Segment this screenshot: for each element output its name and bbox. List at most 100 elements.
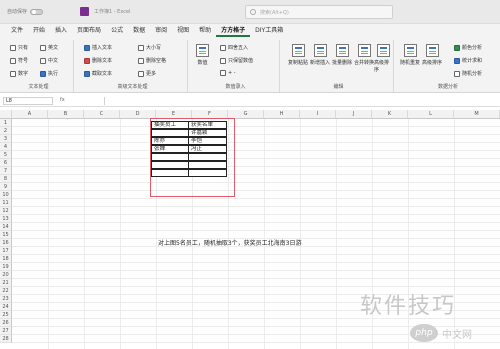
column-header[interactable]: M [454, 110, 500, 119]
tab-view[interactable]: 视图 [172, 24, 194, 37]
row-header[interactable]: 8 [0, 175, 12, 183]
search-box[interactable]: 搜索(Alt+Q) [245, 5, 393, 19]
checkbox-symbol[interactable]: 符号 [10, 57, 28, 64]
table-cell[interactable]: 冯正 [188, 145, 227, 153]
table-cell[interactable]: 张婵 [151, 145, 189, 153]
table-header-cell[interactable]: 抽奖员工 [151, 121, 189, 129]
column-header[interactable]: K [372, 110, 408, 119]
table-cell[interactable] [151, 161, 189, 169]
tab-fangfang[interactable]: 方方格子 [216, 24, 251, 37]
tab-data[interactable]: 数据 [128, 24, 150, 37]
row-header[interactable]: 9 [0, 183, 12, 191]
table-cell[interactable]: 许嘉颖 [188, 129, 227, 137]
case-button[interactable]: 大小写 [138, 44, 161, 51]
trim-spaces-button[interactable]: 删除空格 [138, 57, 166, 64]
row-header[interactable]: 13 [0, 215, 12, 223]
stat-sum-button[interactable]: 统计求和 [454, 57, 482, 64]
row-header[interactable]: 14 [0, 223, 12, 231]
more-button[interactable]: 更多 [138, 70, 156, 77]
column-header[interactable]: L [408, 110, 454, 119]
autosave-control[interactable]: 自动保存 [7, 8, 44, 15]
column-header[interactable]: I [300, 110, 336, 119]
row-header[interactable]: 12 [0, 207, 12, 215]
insert-text-button[interactable]: 插入文本 [84, 44, 112, 51]
select-all-corner[interactable] [0, 110, 12, 119]
row-header[interactable]: 27 [0, 327, 12, 335]
grid-line [12, 278, 500, 279]
table-header-cell[interactable]: 获奖名单 [188, 121, 227, 129]
table-cell[interactable] [188, 169, 227, 177]
checkbox-only[interactable]: 只有 [10, 44, 28, 51]
batch-delete-button[interactable]: 批量删除 [332, 44, 352, 66]
row-header[interactable]: 3 [0, 135, 12, 143]
row-header[interactable]: 17 [0, 247, 12, 255]
checkbox-number[interactable]: 数字 [10, 70, 28, 77]
fx-icon[interactable]: fx [60, 97, 65, 103]
row-header[interactable]: 11 [0, 199, 12, 207]
copy-paste-button[interactable]: 复制粘贴 [288, 44, 308, 66]
autosave-toggle[interactable] [30, 8, 44, 15]
row-header[interactable]: 4 [0, 143, 12, 151]
column-header[interactable]: A [12, 110, 48, 119]
name-box[interactable]: L8 [3, 97, 53, 105]
row-header[interactable]: 28 [0, 335, 12, 343]
row-header[interactable]: 20 [0, 271, 12, 279]
column-header[interactable]: J [336, 110, 372, 119]
table-cell[interactable]: 李恺 [188, 137, 227, 145]
row-header[interactable]: 23 [0, 295, 12, 303]
row-header[interactable]: 7 [0, 167, 12, 175]
merge-convert-button[interactable]: 合并转换 [354, 44, 374, 66]
color-analysis-button[interactable]: 颜色分析 [454, 44, 482, 51]
checkbox-chinese[interactable]: 中文 [40, 57, 58, 64]
row-header[interactable]: 22 [0, 287, 12, 295]
checkbox-chinese-label: 中文 [48, 58, 59, 64]
table-cell[interactable] [188, 161, 227, 169]
row-header[interactable]: 26 [0, 319, 12, 327]
extract-text-button[interactable]: 截取文本 [84, 70, 112, 77]
row-header[interactable]: 16 [0, 239, 12, 247]
row-header[interactable]: 5 [0, 151, 12, 159]
column-header[interactable]: B [48, 110, 84, 119]
numbers-button[interactable]: 数值 [196, 44, 209, 66]
tab-diy-toolbox[interactable]: DIY工具箱 [250, 24, 288, 37]
tab-page-layout[interactable]: 页面布局 [72, 24, 106, 37]
grid-line [12, 262, 500, 263]
table-cell[interactable] [188, 153, 227, 161]
row-header[interactable]: 6 [0, 159, 12, 167]
row-header[interactable]: 25 [0, 311, 12, 319]
delete-text-button[interactable]: 删除文本 [84, 57, 112, 64]
row-header[interactable]: 24 [0, 303, 12, 311]
row-header[interactable]: 18 [0, 255, 12, 263]
table-cell[interactable]: 陈亦 [151, 137, 189, 145]
tab-file[interactable]: 文件 [6, 24, 28, 37]
tab-insert[interactable]: 插入 [50, 24, 72, 37]
row-header[interactable]: 2 [0, 127, 12, 135]
random-analysis-button[interactable]: 随机分析 [454, 70, 482, 77]
table-cell[interactable] [151, 169, 189, 177]
worksheet-grid[interactable]: A B C D E F G H I J K L M 1 2 3 4 5 6 7 8 9 10 11 1… [0, 110, 500, 349]
save-icon[interactable] [80, 7, 89, 16]
tab-review[interactable]: 审阅 [150, 24, 172, 37]
tab-help[interactable]: 帮助 [194, 24, 216, 37]
tab-home[interactable]: 开始 [28, 24, 50, 37]
column-header[interactable]: C [84, 110, 120, 119]
round-button[interactable]: 四舍五入 [220, 44, 248, 51]
row-header[interactable]: 1 [0, 119, 12, 127]
formula-input[interactable] [104, 97, 496, 105]
plus-minus-button[interactable]: + - [220, 70, 236, 76]
row-header[interactable]: 19 [0, 263, 12, 271]
advanced-sort-button[interactable]: 高级排序 [374, 44, 393, 73]
row-header[interactable]: 21 [0, 279, 12, 287]
keep-values-button[interactable]: 只保留数值 [220, 57, 253, 64]
checkbox-english[interactable]: 英文 [40, 44, 58, 51]
row-header[interactable]: 10 [0, 191, 12, 199]
tab-formulas[interactable]: 公式 [106, 24, 128, 37]
new-insert-button[interactable]: 新增插入 [310, 44, 330, 66]
analysis-sort-button[interactable]: 高级排序 [422, 44, 442, 66]
column-header[interactable]: H [264, 110, 300, 119]
row-header[interactable]: 15 [0, 231, 12, 239]
random-repeat-button[interactable]: 随机重复 [400, 44, 420, 66]
table-cell[interactable] [151, 153, 189, 161]
table-cell[interactable] [151, 129, 189, 137]
execute-button[interactable]: 执行 [40, 70, 58, 77]
